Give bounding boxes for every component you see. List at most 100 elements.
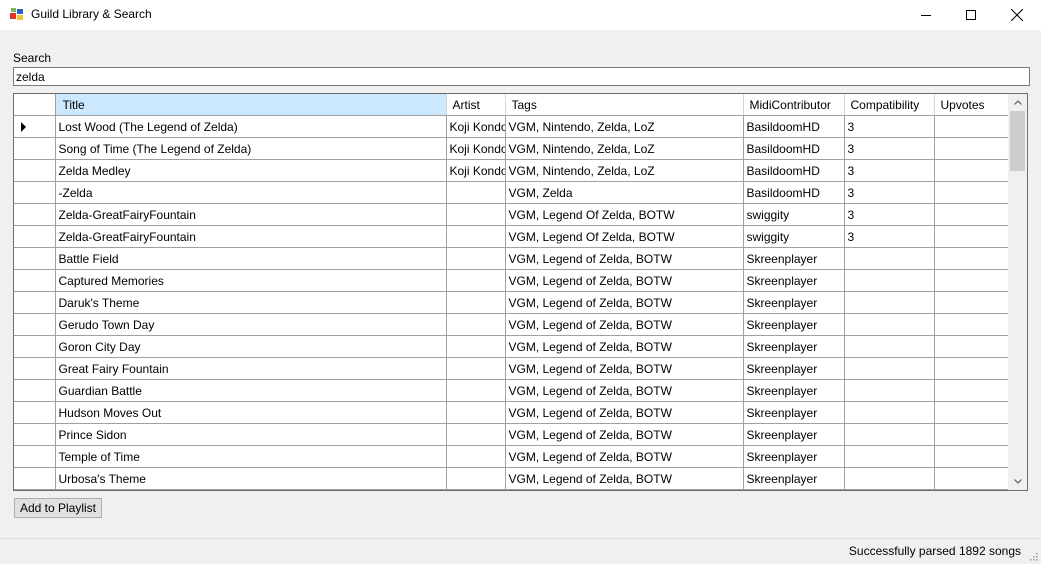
cell-midi-contributor[interactable]: swiggity: [743, 225, 845, 248]
cell-artist[interactable]: Koji Kondo: [446, 115, 506, 138]
cell-compatibility[interactable]: 3: [844, 137, 935, 160]
cell-compatibility[interactable]: [844, 489, 935, 490]
cell-tags[interactable]: VGM, Legend of Zelda, BOTW: [505, 269, 744, 292]
table-row[interactable]: Battle Field VGM, Legend of Zelda, BOTW Sk…: [14, 247, 1009, 270]
cell-tags[interactable]: VGM, Nintendo, Zelda, LoZ: [505, 137, 744, 160]
row-header[interactable]: [14, 335, 56, 358]
row-header[interactable]: [14, 467, 56, 490]
row-header[interactable]: [14, 313, 56, 336]
cell-upvotes[interactable]: [934, 489, 1009, 490]
cell-compatibility[interactable]: [844, 269, 935, 292]
add-to-playlist-button[interactable]: Add to Playlist: [14, 498, 102, 518]
cell-upvotes[interactable]: [934, 137, 1009, 160]
cell-title[interactable]: Urbosa's Theme: [55, 467, 447, 490]
cell-upvotes[interactable]: [934, 357, 1009, 380]
table-row[interactable]: Urbosa's Theme VGM, Legend of Zelda, BOTW…: [14, 467, 1009, 490]
cell-title[interactable]: Hudson Moves Out: [55, 401, 447, 424]
cell-midi-contributor[interactable]: Skreenplayer: [743, 247, 845, 270]
cell-title[interactable]: Temple of Time: [55, 445, 447, 468]
row-header[interactable]: [14, 137, 56, 160]
table-row[interactable]: Zelda-GreatFairyFountain VGM, Legend Of Z…: [14, 225, 1009, 248]
cell-compatibility[interactable]: [844, 291, 935, 314]
cell-upvotes[interactable]: [934, 379, 1009, 402]
cell-upvotes[interactable]: [934, 445, 1009, 468]
cell-tags[interactable]: VGM, Legend Of Zelda, BOTW: [505, 203, 744, 226]
column-header-tags[interactable]: Tags: [505, 94, 744, 116]
cell-midi-contributor[interactable]: Skreenplayer: [743, 401, 845, 424]
cell-title[interactable]: Song of Time (The Legend of Zelda): [55, 137, 447, 160]
table-row[interactable]: Great Fairy Fountain VGM, Legend of Zelda…: [14, 357, 1009, 380]
cell-compatibility[interactable]: 3: [844, 203, 935, 226]
cell-artist[interactable]: Koji Kondo: [446, 137, 506, 160]
table-row[interactable]: Lost Wood (The Legend of Zelda) Koji Kond…: [14, 115, 1009, 138]
cell-compatibility[interactable]: 3: [844, 225, 935, 248]
row-header[interactable]: [14, 423, 56, 446]
cell-compatibility[interactable]: [844, 247, 935, 270]
cell-midi-contributor[interactable]: Skreenplayer: [743, 467, 845, 490]
table-row[interactable]: Zelda-GreatFairyFountain VGM, Legend Of Z…: [14, 203, 1009, 226]
cell-tags[interactable]: VGM, Legend of Zelda, BOTW: [505, 423, 744, 446]
cell-midi-contributor[interactable]: Skreenplayer: [743, 313, 845, 336]
cell-tags[interactable]: VGM, Legend of Zelda, BOTW: [505, 445, 744, 468]
cell-midi-contributor[interactable]: Skreenplayer: [743, 357, 845, 380]
cell-compatibility[interactable]: 3: [844, 159, 935, 182]
cell-tags[interactable]: VGM, Legend of Zelda, BOTW: [505, 467, 744, 490]
cell-artist[interactable]: [446, 423, 506, 446]
cell-title[interactable]: [55, 489, 447, 490]
cell-tags[interactable]: VGM, Legend of Zelda, BOTW: [505, 291, 744, 314]
cell-tags[interactable]: VGM, Nintendo, Zelda, LoZ: [505, 115, 744, 138]
column-header-midi-contributor[interactable]: MidiContributor: [743, 94, 845, 116]
cell-artist[interactable]: [446, 203, 506, 226]
cell-compatibility[interactable]: [844, 445, 935, 468]
scroll-down-button[interactable]: [1008, 473, 1027, 490]
cell-midi-contributor[interactable]: BasildoomHD: [743, 137, 845, 160]
cell-midi-contributor[interactable]: BasildoomHD: [743, 159, 845, 182]
table-row[interactable]: [14, 489, 1009, 490]
cell-title[interactable]: Daruk's Theme: [55, 291, 447, 314]
cell-artist[interactable]: [446, 467, 506, 490]
row-header[interactable]: [14, 445, 56, 468]
cell-tags[interactable]: VGM, Legend of Zelda, BOTW: [505, 379, 744, 402]
table-row[interactable]: Captured Memories VGM, Legend of Zelda, B…: [14, 269, 1009, 292]
table-row[interactable]: Zelda Medley Koji Kondo VGM, Nintendo, Zel…: [14, 159, 1009, 182]
column-header-compatibility[interactable]: Compatibility: [844, 94, 935, 116]
row-header[interactable]: [14, 247, 56, 270]
cell-compatibility[interactable]: [844, 401, 935, 424]
cell-tags[interactable]: VGM, Legend of Zelda, BOTW: [505, 247, 744, 270]
row-header[interactable]: [14, 401, 56, 424]
cell-title[interactable]: Battle Field: [55, 247, 447, 270]
column-header-upvotes[interactable]: Upvotes: [934, 94, 1009, 116]
cell-compatibility[interactable]: 3: [844, 181, 935, 204]
cell-midi-contributor[interactable]: Skreenplayer: [743, 335, 845, 358]
cell-title[interactable]: Lost Wood (The Legend of Zelda): [55, 115, 447, 138]
row-header[interactable]: [14, 379, 56, 402]
row-header[interactable]: [14, 203, 56, 226]
minimize-button[interactable]: [903, 0, 949, 30]
song-grid[interactable]: Title Artist Tags MidiContributor Compat…: [13, 93, 1028, 491]
cell-artist[interactable]: [446, 401, 506, 424]
row-header[interactable]: [14, 225, 56, 248]
cell-midi-contributor[interactable]: BasildoomHD: [743, 181, 845, 204]
cell-compatibility[interactable]: 3: [844, 115, 935, 138]
cell-midi-contributor[interactable]: Skreenplayer: [743, 379, 845, 402]
cell-artist[interactable]: [446, 247, 506, 270]
cell-title[interactable]: Zelda-GreatFairyFountain: [55, 225, 447, 248]
table-row[interactable]: Guardian Battle VGM, Legend of Zelda, BOT…: [14, 379, 1009, 402]
cell-artist[interactable]: [446, 181, 506, 204]
cell-upvotes[interactable]: [934, 115, 1009, 138]
cell-compatibility[interactable]: [844, 313, 935, 336]
column-header-artist[interactable]: Artist: [446, 94, 506, 116]
cell-upvotes[interactable]: [934, 225, 1009, 248]
resize-grip-icon[interactable]: [1028, 551, 1038, 561]
cell-artist[interactable]: [446, 489, 506, 490]
cell-artist[interactable]: Koji Kondo: [446, 159, 506, 182]
cell-midi-contributor[interactable]: [743, 489, 845, 490]
cell-midi-contributor[interactable]: swiggity: [743, 203, 845, 226]
table-row[interactable]: Prince Sidon VGM, Legend of Zelda, BOTW Sk…: [14, 423, 1009, 446]
table-row[interactable]: Song of Time (The Legend of Zelda) Koji K…: [14, 137, 1009, 160]
cell-tags[interactable]: VGM, Legend of Zelda, BOTW: [505, 357, 744, 380]
table-row[interactable]: Temple of Time VGM, Legend of Zelda, BOTW…: [14, 445, 1009, 468]
cell-artist[interactable]: [446, 357, 506, 380]
column-header-title[interactable]: Title: [55, 94, 447, 116]
cell-upvotes[interactable]: [934, 159, 1009, 182]
